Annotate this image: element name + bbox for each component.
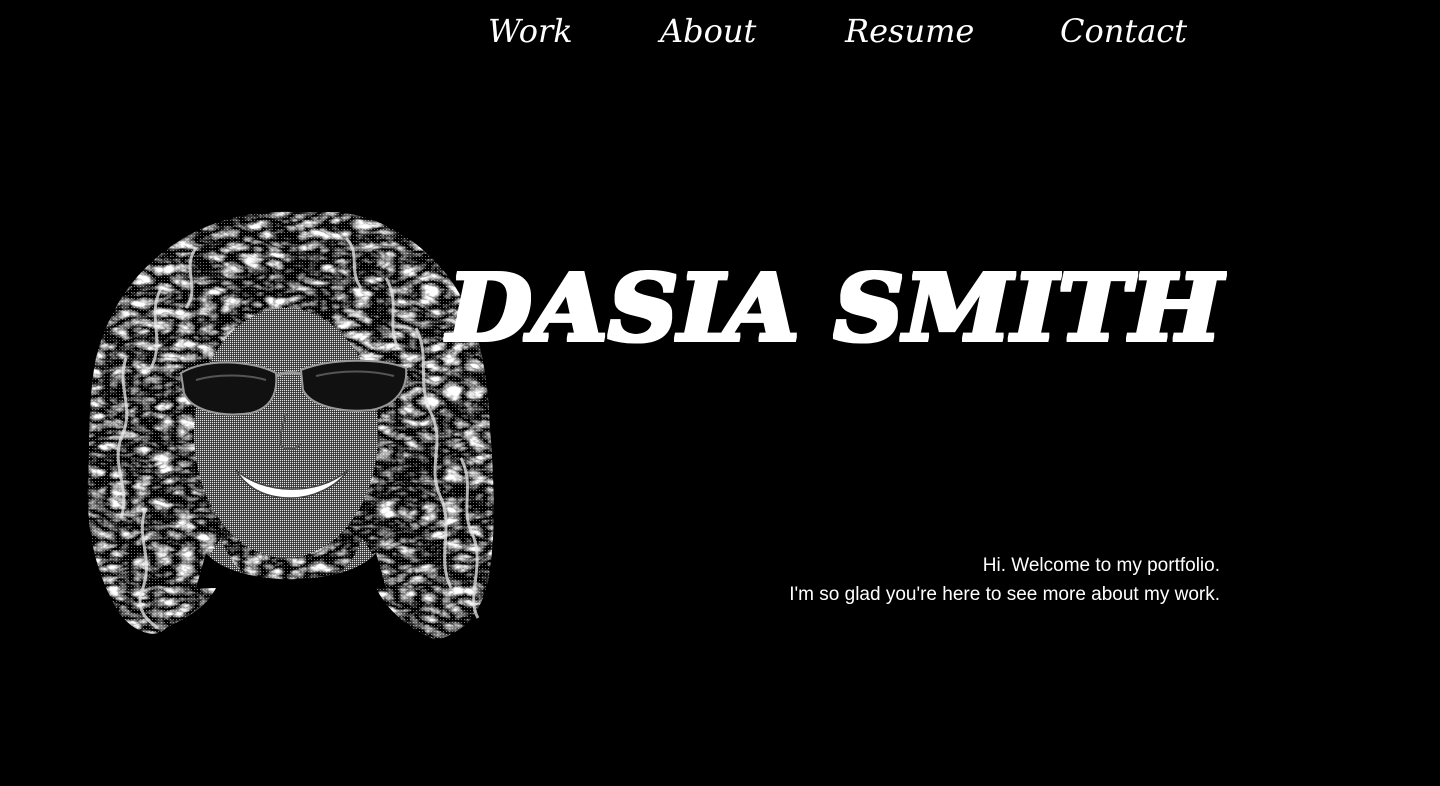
hero-name: DASIA SMITH bbox=[440, 254, 1230, 362]
hero-name-text: DASIA SMITH bbox=[444, 254, 1225, 362]
portrait-photo bbox=[86, 208, 496, 644]
main-nav: Work About Resume Contact bbox=[0, 8, 1440, 58]
intro-text: Hi. Welcome to my portfolio. I'm so glad… bbox=[789, 551, 1220, 609]
nav-link-contact[interactable]: Contact bbox=[1060, 8, 1187, 54]
nav-link-resume[interactable]: Resume bbox=[845, 8, 974, 54]
intro-line-glad: I'm so glad you're here to see more abou… bbox=[789, 584, 1220, 605]
intro-line-welcome: Hi. Welcome to my portfolio. bbox=[982, 555, 1220, 576]
nav-link-work[interactable]: Work bbox=[488, 8, 573, 54]
nav-link-about[interactable]: About bbox=[660, 8, 756, 54]
